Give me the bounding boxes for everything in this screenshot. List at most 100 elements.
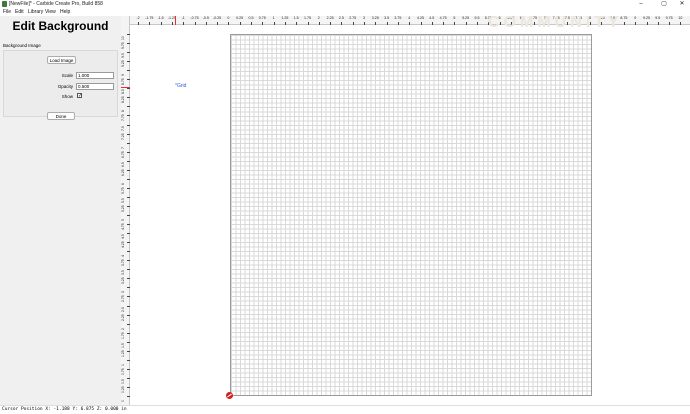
ruler-label: 7.5 — [121, 125, 125, 131]
origin-marker-icon — [226, 392, 233, 399]
grid-label-text: Grid — [177, 83, 187, 89]
ruler-label: -2 — [136, 16, 140, 20]
ruler-label: 4.25 — [121, 241, 125, 249]
ruler-label: 6.25 — [121, 169, 125, 176]
app-icon — [2, 1, 7, 7]
ruler-label: 5.25 — [462, 16, 470, 20]
ruler-label: 1.75 — [304, 16, 311, 20]
ruler-label: 9.75 — [121, 42, 125, 50]
ruler-label: 3 — [363, 16, 365, 20]
ruler-label: 1.25 — [281, 16, 289, 20]
ruler-label: 9.25 — [643, 16, 650, 20]
ruler-label: 0.25 — [121, 386, 125, 393]
ruler-label: 0 — [227, 16, 230, 20]
background-image-group: Load Image Scale 1.000 Opacity 0.500 Sho… — [3, 50, 118, 117]
ruler-label: 1 — [121, 363, 125, 366]
ruler-label: 4.75 — [439, 16, 447, 20]
title-bar: [NewFile]* - Carbide Create Pro, Build 8… — [0, 0, 690, 9]
menu-file[interactable]: File — [3, 9, 11, 16]
ruler-label: 1.5 — [121, 342, 125, 348]
section-label: Background Image — [3, 43, 41, 48]
ruler-label: 2.75 — [121, 295, 125, 303]
close-button[interactable]: ✕ — [675, 0, 689, 8]
done-button[interactable]: Done — [47, 112, 75, 120]
ruler-label: 9 — [121, 74, 125, 77]
ruler-label: -1.5 — [157, 16, 164, 20]
ruler-label: 1.75 — [121, 332, 125, 339]
ruler-label: 5.75 — [121, 187, 125, 194]
ruler-label: 9 — [634, 16, 637, 20]
cursor-position-readout: Cursor Position X: -1.188 Y: 6.875 Z: 0.… — [2, 407, 127, 412]
minimize-button[interactable]: – — [634, 0, 648, 8]
ruler-cursor-indicator — [121, 87, 130, 88]
ruler-label: 2.25 — [121, 313, 125, 321]
ruler-label: 0.5 — [121, 379, 125, 384]
window-title: [NewFile]* - Carbide Create Pro, Build 8… — [9, 1, 103, 7]
ruler-label: 5.25 — [121, 205, 125, 212]
ruler-label: 3.25 — [371, 16, 379, 20]
menu-library[interactable]: Library — [28, 9, 43, 16]
ruler-label: 9.5 — [121, 53, 125, 59]
ruler-label: 2.5 — [338, 16, 344, 20]
scale-label: Scale — [61, 73, 73, 78]
scale-input[interactable]: 1.000 — [76, 72, 114, 79]
ruler-label: 2.5 — [121, 306, 125, 312]
ruler-label: 3 — [121, 291, 125, 294]
ruler-label: 3.5 — [121, 270, 125, 276]
ruler-label: 10 — [121, 36, 125, 40]
menu-edit[interactable]: Edit — [15, 9, 24, 16]
ruler-label: 7.75 — [121, 114, 125, 122]
ruler-label: 8.5 — [121, 89, 125, 95]
ruler-label: 4 — [121, 255, 125, 258]
panel-title: Edit Background — [12, 19, 109, 33]
ruler-label: 4.5 — [429, 16, 435, 20]
grid-label[interactable]: °Grid — [175, 83, 186, 89]
ruler-label: 4.5 — [121, 234, 125, 240]
ruler-label: 2 — [317, 16, 320, 20]
ruler-label: 1 — [272, 16, 275, 20]
ruler-label: 5 — [121, 219, 125, 221]
ruler-label: 9.75 — [665, 16, 673, 20]
ruler-label: 0.75 — [258, 16, 266, 20]
ruler-label: -0.25 — [212, 16, 222, 20]
vertical-ruler: 10 9.75 9.5 9.25 9 8.75 8.5 8.25 8 7.75 7.5 7.25 7 6.… — [121, 16, 130, 405]
ruler-label: 9.25 — [121, 60, 125, 68]
ruler-label: 8 — [121, 110, 125, 113]
edit-background-panel: Edit Background Background Image Load Im… — [0, 16, 121, 405]
ruler-label: 3.5 — [384, 16, 390, 20]
ruler-label: -1.75 — [145, 16, 154, 20]
opacity-label: Opacity — [57, 84, 73, 89]
ruler-label: 5.5 — [474, 16, 480, 20]
stock-grid[interactable] — [230, 34, 592, 396]
ruler-label: 4.25 — [417, 16, 424, 20]
opacity-input[interactable]: 0.500 — [76, 83, 114, 90]
ruler-label: 4.75 — [121, 223, 125, 231]
menu-view[interactable]: View — [45, 9, 56, 16]
ruler-label: 0.5 — [248, 16, 254, 20]
checkmark-icon: ✓ — [78, 93, 83, 99]
ruler-cursor-indicator — [175, 16, 176, 25]
ruler-label: 8.75 — [121, 78, 125, 86]
ruler-label: 5.5 — [121, 198, 125, 203]
community-watermark: COMMUNITY — [488, 14, 623, 31]
ruler-label: 9.5 — [655, 16, 661, 20]
ruler-label: 1.5 — [293, 16, 299, 20]
status-bar: Cursor Position X: -1.188 Y: 6.875 Z: 0.… — [0, 405, 690, 414]
ruler-label: 10 — [678, 16, 683, 20]
ruler-label: 3.75 — [394, 16, 402, 20]
maximize-button[interactable]: ▢ — [657, 0, 671, 8]
ruler-label: 6 — [121, 182, 125, 185]
ruler-label: 0.75 — [121, 368, 125, 375]
ruler-label: 3.25 — [121, 277, 125, 285]
show-checkbox[interactable]: ✓ — [77, 93, 83, 99]
ruler-label: -1 — [181, 16, 185, 20]
ruler-label: 7 — [121, 146, 125, 149]
ruler-label: 5 — [453, 16, 456, 20]
load-image-button[interactable]: Load Image — [47, 56, 76, 64]
ruler-label: 2.25 — [326, 16, 334, 20]
ruler-label: 6.75 — [121, 151, 125, 158]
ruler-label: 0 — [121, 400, 125, 402]
ruler-label: 0.25 — [236, 16, 244, 20]
menu-help[interactable]: Help — [60, 9, 70, 16]
ruler-label: 3.75 — [121, 259, 125, 267]
